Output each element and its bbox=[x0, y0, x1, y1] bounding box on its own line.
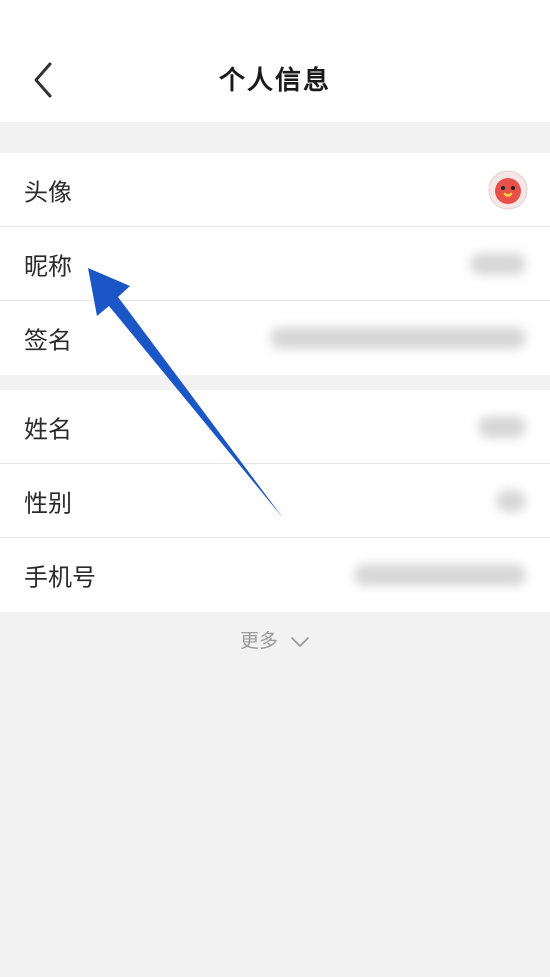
row-avatar[interactable]: 头像 bbox=[0, 153, 550, 227]
row-label-name: 姓名 bbox=[24, 415, 72, 444]
row-label-avatar: 头像 bbox=[24, 178, 72, 207]
row-gender[interactable]: 性别 bbox=[0, 464, 550, 538]
row-nickname[interactable]: 昵称 bbox=[0, 227, 550, 301]
chevron-down-icon bbox=[291, 636, 309, 647]
page-title: 个人信息 bbox=[218, 66, 331, 96]
row-phone[interactable]: 手机号 bbox=[0, 538, 550, 612]
phone-value-blurred bbox=[354, 564, 526, 586]
name-value-blurred bbox=[478, 416, 526, 438]
profile-group-basic: 头像 昵称 签名 bbox=[0, 153, 550, 375]
row-label-nickname: 昵称 bbox=[24, 252, 72, 281]
row-label-gender: 性别 bbox=[24, 489, 72, 518]
nav-bar: 个人信息 bbox=[0, 0, 550, 122]
signature-value-blurred bbox=[270, 327, 526, 349]
row-name[interactable]: 姓名 bbox=[0, 390, 550, 464]
profile-group-personal: 姓名 性别 手机号 bbox=[0, 390, 550, 612]
nickname-value-blurred bbox=[470, 253, 526, 275]
more-label: 更多 bbox=[239, 630, 278, 652]
row-label-phone: 手机号 bbox=[24, 563, 96, 592]
gender-value-blurred bbox=[496, 490, 526, 512]
more-toggle[interactable]: 更多 bbox=[0, 626, 550, 653]
row-label-signature: 签名 bbox=[24, 326, 72, 355]
avatar bbox=[488, 170, 528, 210]
row-signature[interactable]: 签名 bbox=[0, 301, 550, 375]
